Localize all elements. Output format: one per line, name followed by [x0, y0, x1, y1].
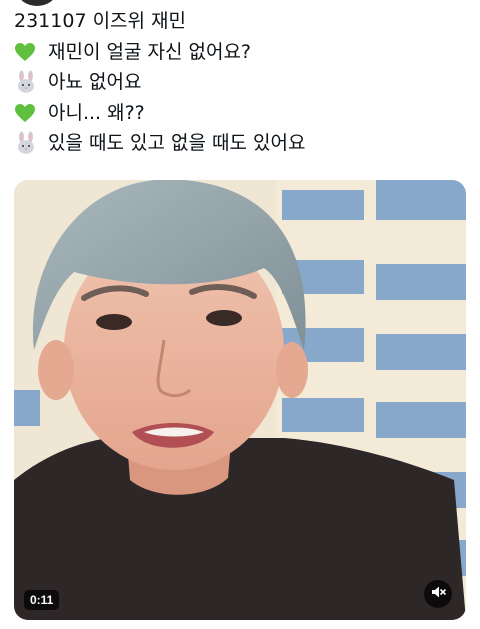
- tweet-line-answer: 있을 때도 있고 없을 때도 있어요: [14, 128, 464, 159]
- tweet-line-text: 있을 때도 있고 없을 때도 있어요: [48, 132, 306, 154]
- speaker-muted-icon: [430, 584, 446, 604]
- green-heart-icon: [14, 40, 42, 64]
- rabbit-icon: [14, 131, 42, 155]
- tweet-line-text: 231107 이즈위 재민: [14, 10, 187, 32]
- tweet-line-text: 아니... 왜??: [48, 101, 145, 124]
- video-frame: [14, 180, 466, 620]
- tweet-text: 231107 이즈위 재민 재민이 얼굴 자신 없어요? 아뇨 없어요 아니..…: [14, 6, 464, 159]
- rabbit-icon: [14, 70, 42, 94]
- mute-button[interactable]: [424, 580, 452, 608]
- tweet-line-text: 아뇨 없어요: [48, 71, 142, 93]
- tweet-line-question: 아니... 왜??: [14, 98, 464, 129]
- tweet-line-answer: 아뇨 없어요: [14, 67, 464, 98]
- tweet-line-date: 231107 이즈위 재민: [14, 6, 464, 37]
- tweet-line-text: 재민이 얼굴 자신 없어요?: [48, 40, 252, 63]
- green-heart-icon: [14, 101, 42, 125]
- video-duration-badge: 0:11: [24, 590, 60, 610]
- video-player[interactable]: 0:11: [14, 180, 466, 620]
- tweet-line-question: 재민이 얼굴 자신 없어요?: [14, 37, 464, 68]
